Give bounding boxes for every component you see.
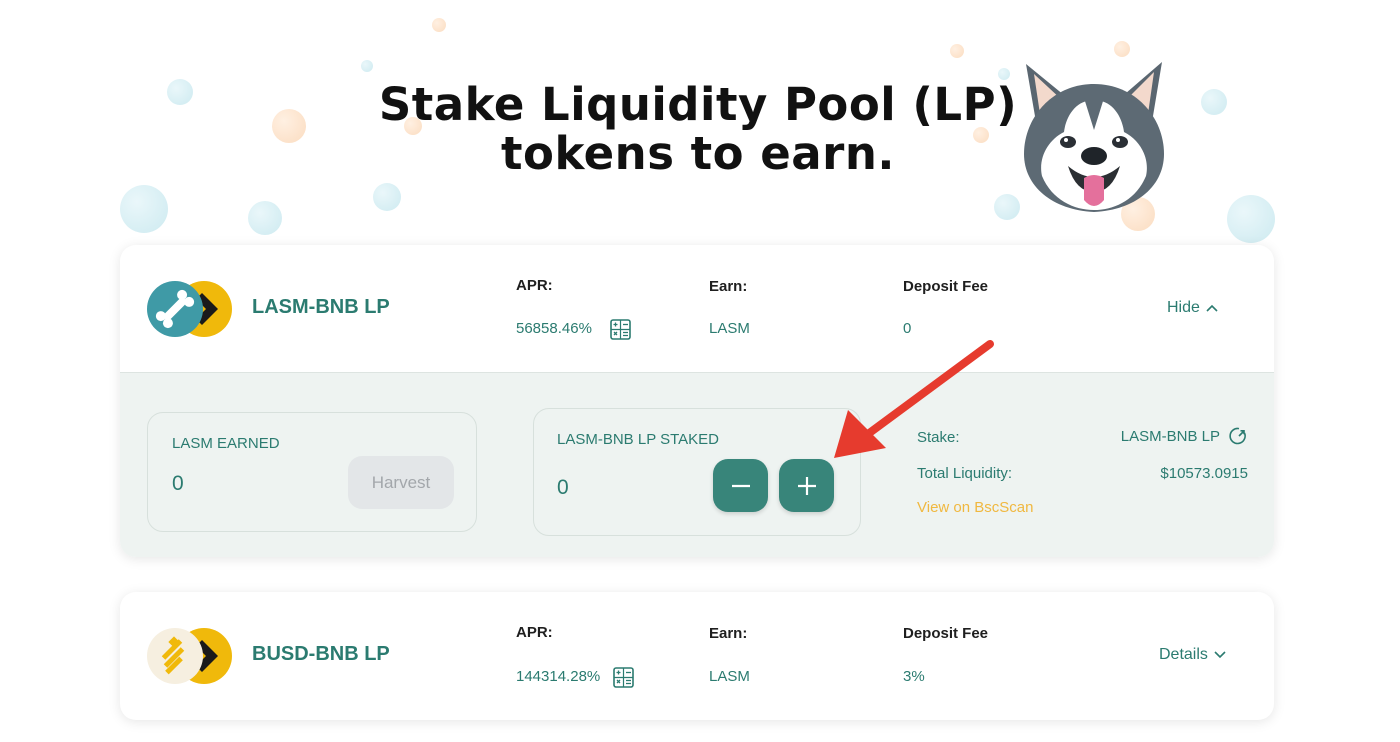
calculator-icon[interactable] — [610, 319, 631, 340]
farm-card-busd-bnb: BUSD-BNB LP APR: 144314.28% Earn: LASM D… — [120, 592, 1274, 720]
decor-bubble — [432, 18, 446, 32]
lasm-bnb-pair-icon — [147, 281, 232, 337]
harvest-button[interactable]: Harvest — [348, 456, 454, 509]
apr-value: 56858.46% — [516, 320, 592, 337]
calculator-icon[interactable] — [613, 667, 634, 688]
details-toggle[interactable]: Details — [1159, 646, 1226, 664]
stake-token[interactable]: LASM-BNB LP — [1121, 426, 1248, 446]
husky-mascot-icon — [1024, 62, 1164, 212]
earn-value: LASM — [709, 320, 750, 337]
decor-bubble — [361, 60, 373, 72]
apr-label: APR: — [516, 624, 553, 641]
decor-bubble — [1227, 195, 1275, 243]
earn-value: LASM — [709, 668, 750, 685]
farm-details-panel: LASM EARNED 0 Harvest LASM-BNB LP STAKED… — [120, 372, 1274, 557]
hero-title-line-2: tokens to earn. — [501, 127, 895, 180]
decor-bubble — [950, 44, 964, 58]
decor-bubble — [994, 194, 1020, 220]
view-on-bscscan-link[interactable]: View on BscScan — [917, 499, 1033, 516]
staked-panel: LASM-BNB LP STAKED 0 — [533, 408, 861, 536]
hide-toggle-label: Hide — [1167, 299, 1200, 316]
earn-label: Earn: — [709, 625, 748, 642]
staked-value: 0 — [557, 476, 569, 499]
details-toggle-label: Details — [1159, 646, 1208, 663]
apr-value: 144314.28% — [516, 668, 601, 685]
farm-card-header: BUSD-BNB LP APR: 144314.28% Earn: LASM D… — [120, 592, 1274, 720]
minus-icon — [731, 484, 750, 487]
add-token-icon[interactable] — [1228, 426, 1248, 446]
pair-name: BUSD-BNB LP — [252, 643, 390, 665]
total-liquidity-value: $10573.0915 — [1160, 465, 1248, 482]
earn-label: Earn: — [709, 278, 748, 295]
stake-token-value: LASM-BNB LP — [1120, 427, 1220, 445]
earned-panel: LASM EARNED 0 Harvest — [147, 412, 477, 532]
chevron-up-icon — [1206, 304, 1218, 312]
plus-icon — [797, 476, 816, 495]
deposit-fee-label: Deposit Fee — [903, 278, 989, 295]
decor-bubble — [373, 183, 401, 211]
decor-bubble — [248, 201, 282, 235]
total-liquidity-label: Total Liquidity: — [917, 465, 1013, 482]
apr-label: APR: — [516, 277, 553, 294]
chevron-down-icon — [1214, 651, 1226, 659]
pair-name: LASM-BNB LP — [252, 296, 390, 318]
hero-title-line-1: Stake Liquidity Pool (LP) — [378, 78, 1018, 131]
earned-value: 0 — [172, 472, 184, 495]
annotation-arrow-icon — [834, 340, 994, 458]
farm-card-lasm-bnb: LASM-BNB LP APR: 56858.46% Earn: LASM De… — [120, 245, 1274, 557]
hero-title: Stake Liquidity Pool (LP) tokens to earn… — [0, 80, 1396, 178]
deposit-fee-value: 0 — [903, 320, 912, 337]
hide-toggle[interactable]: Hide — [1167, 299, 1218, 317]
farm-card-header: LASM-BNB LP APR: 56858.46% Earn: LASM De… — [120, 245, 1274, 373]
decor-bubble — [120, 185, 168, 233]
decor-bubble — [1114, 41, 1130, 57]
unstake-minus-button[interactable] — [713, 459, 768, 512]
deposit-fee-value: 3% — [903, 668, 925, 685]
staked-title: LASM-BNB LP STAKED — [557, 431, 719, 448]
busd-bnb-pair-icon — [147, 628, 232, 684]
stake-plus-button[interactable] — [779, 459, 834, 512]
earned-title: LASM EARNED — [172, 435, 280, 452]
deposit-fee-label: Deposit Fee — [903, 625, 989, 642]
